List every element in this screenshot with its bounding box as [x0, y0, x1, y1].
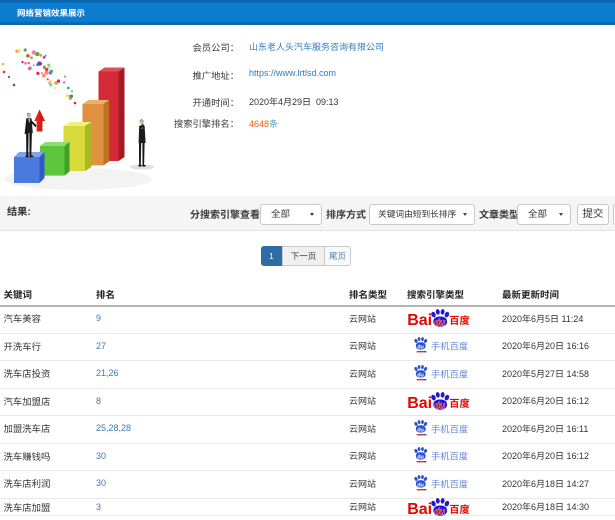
svg-text:du: du [434, 506, 445, 516]
svg-text:du: du [417, 482, 424, 488]
svg-text:手机百度: 手机百度 [431, 421, 468, 435]
svg-text:du: du [417, 427, 424, 433]
svg-text:手机百度: 手机百度 [431, 366, 468, 380]
svg-text:du: du [417, 455, 424, 461]
svg-text:Bai: Bai [407, 500, 432, 515]
svg-text:百度: 百度 [449, 395, 469, 410]
svg-text:du: du [434, 400, 445, 410]
svg-text:手机百度: 手机百度 [431, 448, 468, 462]
svg-text:Bai: Bai [407, 312, 432, 327]
svg-text:du: du [417, 372, 424, 378]
svg-text:百度: 百度 [449, 501, 469, 516]
svg-text:du: du [434, 318, 445, 328]
svg-text:Bai: Bai [407, 394, 432, 409]
svg-text:手机百度: 手机百度 [431, 476, 468, 490]
svg-text:手机百度: 手机百度 [431, 338, 468, 352]
svg-text:du: du [417, 345, 424, 351]
svg-text:百度: 百度 [449, 312, 469, 327]
